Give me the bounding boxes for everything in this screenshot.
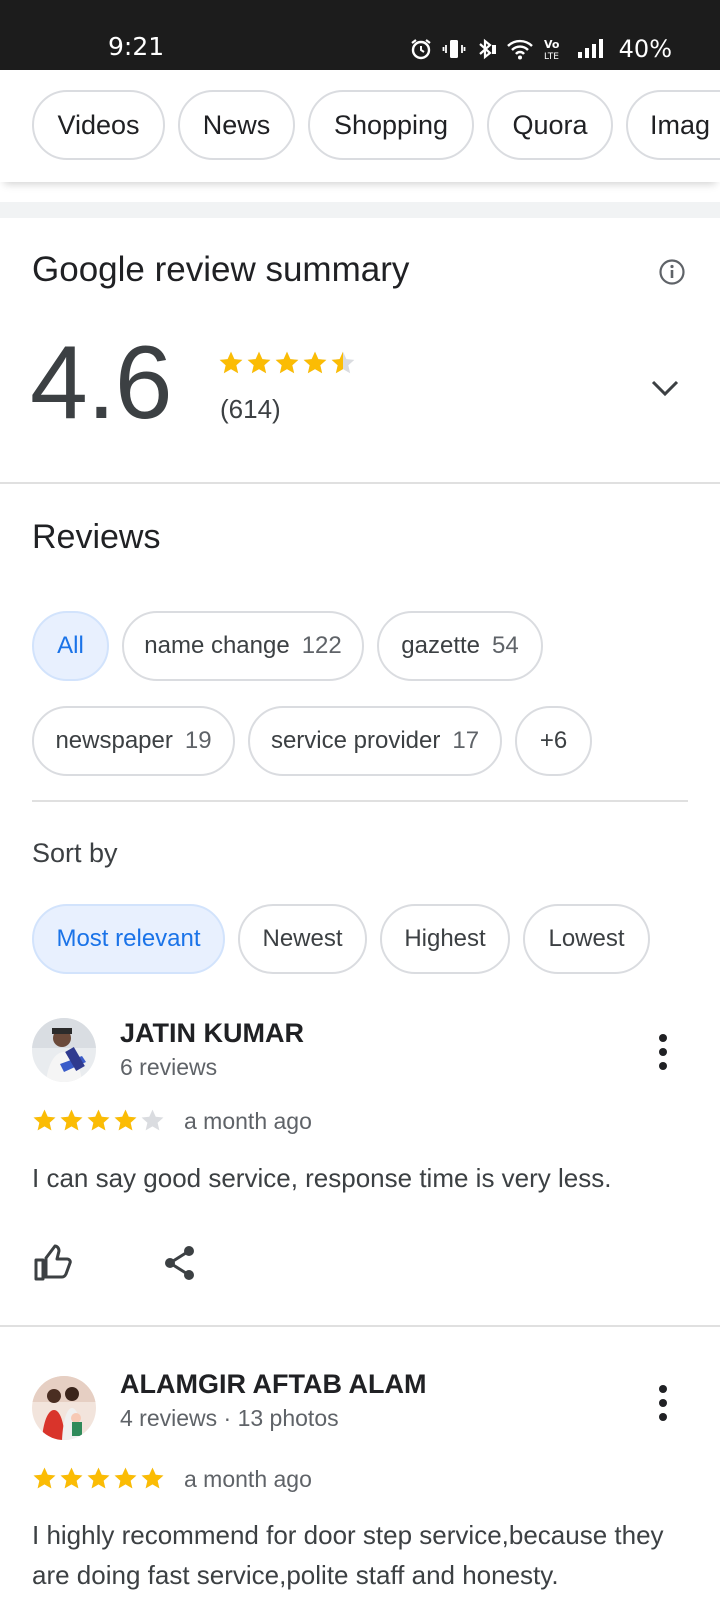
status-bar: 9:21 Vo LTE 40% <box>0 0 720 70</box>
review-text: I can say good service, response time is… <box>32 1163 612 1193</box>
sort-label: Lowest <box>548 925 625 952</box>
thumbs-up-icon[interactable] <box>33 1244 73 1282</box>
average-rating: 4.6 <box>30 325 173 441</box>
sort-by-label: Sort by <box>32 838 118 868</box>
reviews-heading: Reviews <box>32 518 161 556</box>
more-options-icon[interactable] <box>652 1032 674 1072</box>
avatar[interactable] <box>32 1018 96 1082</box>
topic-chip-gazette[interactable]: gazette 54 <box>377 611 543 681</box>
star-icon <box>33 1467 56 1489</box>
review-text: I highly recommend for door step service… <box>32 1520 664 1590</box>
reviewer-meta: 4 reviews · 13 photos <box>120 1405 339 1431</box>
topic-count: 122 <box>301 632 342 659</box>
reviewer-meta: 6 reviews <box>120 1054 218 1080</box>
alarm-icon <box>409 37 433 61</box>
star-icon <box>114 1467 137 1489</box>
section-separator <box>0 202 720 218</box>
star-icon <box>141 1467 164 1489</box>
tab-images[interactable]: Imag <box>626 90 720 160</box>
battery-percent: 40% <box>618 35 672 63</box>
topic-count: 17 <box>452 727 480 754</box>
star-icon <box>114 1109 137 1131</box>
divider <box>32 800 688 802</box>
sort-most-relevant[interactable]: Most relevant <box>32 904 225 974</box>
avatar[interactable] <box>32 1376 96 1440</box>
topic-label: gazette <box>401 632 481 659</box>
sort-highest[interactable]: Highest <box>380 904 510 974</box>
topic-chip-more[interactable]: +6 <box>515 706 592 776</box>
topic-chip-service-provider[interactable]: service provider 17 <box>248 706 502 776</box>
review-time: a month ago <box>184 1466 312 1492</box>
star-icon <box>60 1109 83 1131</box>
star-icon <box>60 1467 83 1489</box>
review-count: (614) <box>220 394 281 424</box>
topic-label: +6 <box>539 727 568 754</box>
share-icon[interactable] <box>163 1244 197 1282</box>
topic-count: 19 <box>184 727 212 754</box>
divider <box>0 1325 720 1327</box>
sort-newest[interactable]: Newest <box>238 904 367 974</box>
reviewer-name[interactable]: JATIN KUMAR <box>120 1018 304 1049</box>
stars-svg <box>33 1467 164 1489</box>
topic-label: newspaper <box>55 727 173 754</box>
topic-count: 54 <box>492 632 519 659</box>
more-options-icon[interactable] <box>652 1383 674 1423</box>
vibrate-icon <box>442 37 466 61</box>
tab-videos[interactable]: Videos <box>32 90 165 160</box>
reviewer-name[interactable]: ALAMGIR AFTAB ALAM <box>120 1369 426 1400</box>
volte-icon: Vo LTE <box>543 37 569 61</box>
wifi-icon <box>506 37 534 61</box>
star-icon <box>303 351 327 374</box>
review-stars <box>32 1108 165 1138</box>
star-icon <box>87 1467 110 1489</box>
topic-chip-newspaper[interactable]: newspaper 19 <box>32 706 235 776</box>
star-icon <box>87 1109 110 1131</box>
tab-shopping[interactable]: Shopping <box>308 90 474 160</box>
star-icon <box>331 351 355 374</box>
svg-text:Vo: Vo <box>544 38 560 51</box>
topic-chip-all[interactable]: All <box>32 611 109 681</box>
topic-label: All <box>57 632 84 659</box>
tab-news[interactable]: News <box>178 90 295 160</box>
tab-quora[interactable]: Quora <box>487 90 613 160</box>
topic-label: name change <box>144 632 290 659</box>
status-time: 9:21 <box>108 32 165 61</box>
sort-lowest[interactable]: Lowest <box>523 904 650 974</box>
review-summary-title: Google review summary <box>32 250 410 289</box>
topic-chip-name-change[interactable]: name change 122 <box>122 611 364 681</box>
star-icon <box>219 351 243 374</box>
stars-svg <box>33 1109 164 1131</box>
stars-svg <box>219 351 355 374</box>
status-icons: Vo LTE 40% <box>409 34 672 64</box>
star-icon <box>247 351 271 374</box>
star-icon <box>275 351 299 374</box>
rating-stars <box>218 350 356 381</box>
search-tabs-row: Videos News Shopping Quora Imag <box>0 70 720 182</box>
review-stars <box>32 1466 165 1496</box>
bluetooth-icon <box>475 37 497 61</box>
svg-text:LTE: LTE <box>544 52 559 61</box>
star-icon <box>33 1109 56 1131</box>
chevron-down-icon[interactable] <box>650 378 680 400</box>
topic-label: service provider <box>270 727 441 754</box>
star-icon <box>141 1109 164 1131</box>
sort-label: Most relevant <box>56 925 201 952</box>
signal-icon <box>577 38 608 60</box>
sort-label: Highest <box>404 925 486 952</box>
review-time: a month ago <box>184 1108 312 1134</box>
info-icon[interactable] <box>658 258 686 286</box>
sort-label: Newest <box>262 925 343 952</box>
divider <box>0 482 720 484</box>
